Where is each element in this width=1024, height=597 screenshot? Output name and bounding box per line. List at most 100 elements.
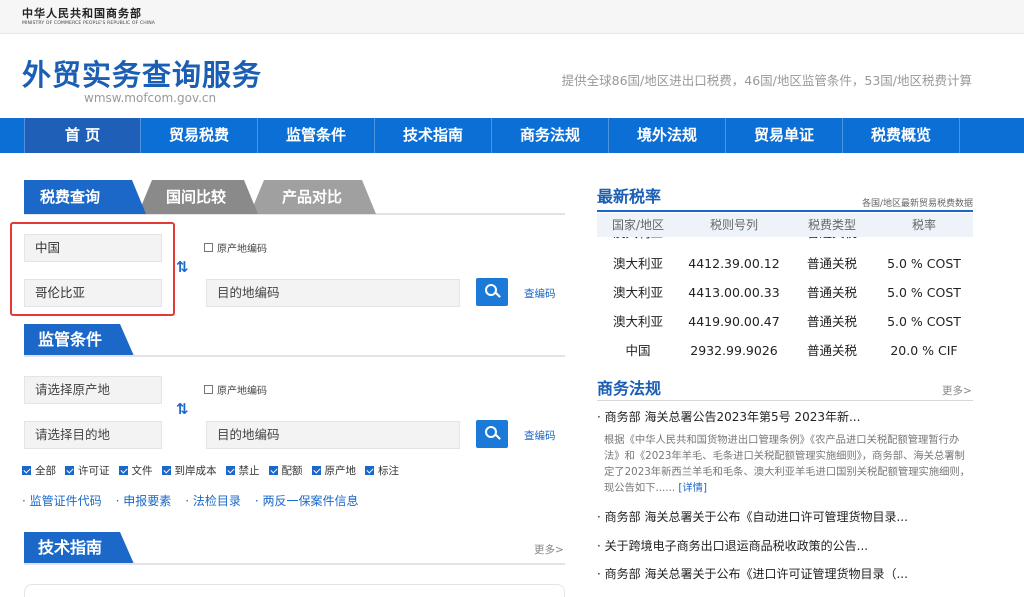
checkbox-label: 许可证 — [78, 465, 110, 477]
tax-query-tabs: 税费查询 国间比较 产品对比 — [24, 180, 368, 214]
checkbox-prohibited[interactable]: 禁止 — [225, 463, 260, 478]
cell-country: 澳大利亚 — [612, 256, 663, 271]
news-detail-link[interactable]: [详情] — [678, 482, 707, 494]
rates-table-header: 国家/地区 税则号列 税费类型 税率 — [597, 213, 973, 237]
search-button[interactable] — [476, 278, 508, 306]
checkbox-icon[interactable] — [365, 466, 374, 475]
checkbox-label: 原产地 — [324, 465, 357, 477]
tech-guide-card — [24, 584, 565, 597]
origin-code-label: 原产地编码 — [217, 244, 267, 255]
checkbox-document[interactable]: 文件 — [118, 463, 153, 478]
table-row[interactable]: 澳大利亚 8516.71.00.01 普通关税 0 — [597, 237, 973, 247]
checkbox-landed-cost[interactable]: 到岸成本 — [161, 463, 217, 478]
divider — [597, 400, 973, 401]
origin-code-checkbox[interactable]: 原产地编码 — [204, 240, 267, 255]
site-url: wmsw.mofcom.gov.cn — [84, 91, 217, 105]
news-description: 根据《中华人民共和国货物进出口管理条例》《农产品进口关税配额管理暂行办法》和《2… — [604, 432, 972, 496]
swap-icon[interactable]: ⇅ — [176, 400, 189, 418]
supervision-code-lookup-link[interactable]: 查编码 — [524, 428, 556, 443]
search-icon-handle — [495, 292, 501, 298]
latest-rates-heading[interactable]: 最新税率 — [597, 183, 661, 207]
rates-table-body: 澳大利亚 8516.71.00.01 普通关税 0 澳大利亚 4412.39.0… — [597, 237, 973, 370]
link-inspection-catalog[interactable]: · 法检目录 — [185, 492, 241, 509]
tab-tax-query[interactable]: 税费查询 — [24, 180, 146, 214]
checkbox-label: 全部 — [35, 465, 56, 477]
news-item[interactable]: · 商务部 海关总署关于公布《进口许可证管理货物目录（... — [597, 565, 973, 582]
nav-tech-guide[interactable]: 技术指南 — [375, 118, 492, 153]
ministry-name-cn[interactable]: 中华人民共和国商务部 — [22, 5, 142, 21]
checkbox-icon[interactable] — [118, 466, 128, 475]
table-row[interactable]: 澳大利亚 4419.90.00.47 普通关税 5.0 % COST — [597, 307, 973, 336]
news-item[interactable]: · 关于跨境电子商务出口退运商品税收政策的公告... — [597, 537, 973, 554]
checkbox-labeling[interactable]: 标注 — [365, 463, 399, 478]
dest-code-input[interactable]: 目的地编码 — [206, 279, 460, 307]
news-item-featured[interactable]: · 商务部 海关总署公告2023年第5号 2023年新... — [597, 408, 973, 425]
main-nav: 首 页 贸易税费 监管条件 技术指南 商务法规 境外法规 贸易单证 税费概览 — [0, 118, 1024, 153]
code-lookup-link[interactable]: 查编码 — [524, 286, 556, 301]
table-row[interactable]: 澳大利亚 4413.00.00.33 普通关税 5.0 % COST — [597, 278, 973, 307]
checkbox-icon[interactable] — [225, 466, 235, 475]
nav-foreign-law[interactable]: 境外法规 — [609, 118, 726, 153]
table-row[interactable]: 中国 2932.99.9026 普通关税 20.0 % CIF — [597, 336, 973, 365]
nav-trade-tax[interactable]: 贸易税费 — [141, 118, 258, 153]
ministry-bar: 中华人民共和国商务部 MINISTRY OF COMMERCE PEOPLE'S… — [0, 0, 1024, 34]
nav-supervision[interactable]: 监管条件 — [258, 118, 375, 153]
nav-commerce-law[interactable]: 商务法规 — [492, 118, 609, 153]
link-certificate-codes[interactable]: · 监管证件代码 — [22, 492, 102, 509]
checkbox-icon[interactable] — [161, 466, 171, 475]
checkbox-label: 禁止 — [238, 465, 260, 477]
supervision-origin-code-checkbox[interactable]: 原产地编码 — [204, 382, 267, 397]
origin-code-label: 原产地编码 — [217, 386, 267, 397]
col-tax-type: 税费类型 — [807, 218, 856, 232]
regulations-heading[interactable]: 商务法规 — [597, 375, 661, 399]
checkbox-icon[interactable] — [22, 466, 31, 475]
checkbox-license[interactable]: 许可证 — [65, 463, 110, 478]
divider — [597, 210, 973, 212]
tech-guide-more-link[interactable]: 更多> — [534, 542, 564, 557]
table-row[interactable]: 澳大利亚 4412.39.00.12 普通关税 5.0 % COST — [597, 249, 973, 278]
checkbox-all[interactable]: 全部 — [22, 463, 56, 478]
checkbox-quota[interactable]: 配额 — [268, 463, 303, 478]
tech-guide-heading[interactable]: 技术指南 — [24, 532, 134, 564]
supervision-destination-select[interactable]: 请选择目的地 — [24, 421, 162, 449]
cell-country: 澳大利亚 — [612, 314, 663, 329]
cell-tax-type: 普通关税 — [789, 237, 875, 247]
cell-rate: 5.0 % COST — [887, 285, 961, 300]
ministry-name-en[interactable]: MINISTRY OF COMMERCE PEOPLE'S REPUBLIC O… — [22, 21, 155, 26]
checkbox-label: 标注 — [378, 465, 399, 477]
col-tariff-code: 税则号列 — [709, 218, 758, 232]
checkbox-label: 配额 — [281, 465, 303, 477]
swap-icon[interactable]: ⇅ — [176, 258, 189, 276]
checkbox-icon[interactable] — [204, 243, 213, 252]
tab-product-compare[interactable]: 产品对比 — [250, 180, 376, 214]
site-title[interactable]: 外贸实务查询服务 — [22, 52, 262, 94]
cell-tariff-code: 4419.90.00.47 — [688, 314, 780, 329]
condition-checkboxes: 全部 许可证 文件 到岸成本 禁止 配额 原产地 标注 — [22, 463, 399, 478]
link-trade-remedy-cases[interactable]: · 两反一保案件信息 — [255, 492, 359, 509]
supervision-origin-select[interactable]: 请选择原产地 — [24, 376, 162, 404]
tab-country-compare[interactable]: 国间比较 — [138, 180, 258, 214]
checkbox-origin[interactable]: 原产地 — [311, 463, 357, 478]
nav-home[interactable]: 首 页 — [24, 118, 141, 153]
divider — [24, 355, 565, 357]
nav-trade-docs[interactable]: 贸易单证 — [726, 118, 843, 153]
checkbox-icon[interactable] — [65, 466, 74, 475]
cell-rate: 20.0 % CIF — [890, 343, 958, 358]
supervision-links: · 监管证件代码 · 申报要素 · 法检目录 · 两反一保案件信息 — [22, 492, 359, 509]
supervision-heading[interactable]: 监管条件 — [24, 324, 134, 356]
news-item[interactable]: · 商务部 海关总署关于公布《自动进口许可管理货物目录... — [597, 508, 973, 525]
supervision-search-button[interactable] — [476, 420, 508, 448]
link-declaration-elements[interactable]: · 申报要素 — [116, 492, 172, 509]
checkbox-icon[interactable] — [268, 466, 278, 475]
cell-tariff-code: 4412.39.00.12 — [688, 256, 780, 271]
cell-rate: 0 — [875, 237, 973, 247]
cell-tax-type: 普通关税 — [806, 343, 857, 358]
nav-tax-overview[interactable]: 税费概览 — [843, 118, 960, 153]
checkbox-label: 文件 — [131, 465, 153, 477]
checkbox-icon[interactable] — [204, 385, 213, 394]
cell-tariff-code: 4413.00.00.33 — [688, 285, 780, 300]
regulations-more-link[interactable]: 更多> — [942, 383, 972, 398]
search-icon-handle — [495, 434, 501, 440]
checkbox-icon[interactable] — [311, 466, 321, 475]
supervision-dest-code-input[interactable]: 目的地编码 — [206, 421, 460, 449]
